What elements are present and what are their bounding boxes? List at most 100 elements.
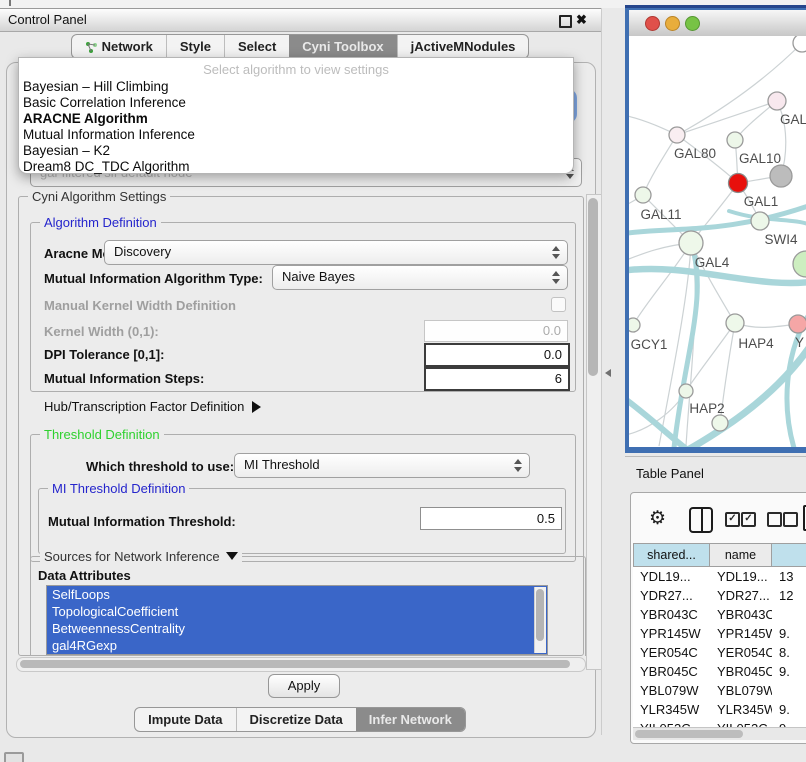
algorithm-option[interactable]: Mutual Information Inference [23,127,195,142]
node-swi4[interactable] [751,212,769,230]
node-label: HAP4 [738,336,774,351]
checkbox-unchecked-icon[interactable] [783,512,798,527]
table-horizontal-scrollbar[interactable] [633,727,806,740]
dock-icon[interactable] [4,752,24,762]
settings-group-title: Cyni Algorithm Settings [28,189,170,204]
table-row[interactable]: YPR145WYPR145W9. [633,624,806,643]
node-gal1[interactable] [729,174,748,193]
which-threshold-combo[interactable]: MI Threshold [234,453,530,478]
panel-divider[interactable] [601,8,602,735]
settings-horizontal-scrollbar[interactable] [16,657,586,672]
checkbox-checked-icon[interactable]: ✓ [725,512,740,527]
table-row[interactable]: YER054CYER054C8. [633,643,806,662]
settings-vertical-scrollbar[interactable] [586,194,602,670]
node-gal10[interactable] [727,132,743,148]
mi-steps-field[interactable]: 6 [424,367,570,391]
node-label: HAP2 [689,401,724,416]
node-gal11[interactable] [635,187,651,203]
tab-select[interactable]: Select [224,35,289,58]
mi-threshold-group-title: MI Threshold Definition [48,481,189,496]
column-header-extra[interactable] [772,543,806,567]
control-panel-title: Control Panel [8,9,87,31]
tab-jactivemnodules[interactable]: jActiveMNodules [397,35,529,58]
mi-type-label: Mutual Information Algorithm Type: [44,271,263,286]
table-row[interactable]: YLR345WYLR345W9. [633,700,806,719]
node-green-edge[interactable] [793,251,806,277]
tab-infer-network[interactable]: Infer Network [356,708,465,731]
node-gal4[interactable] [679,231,703,255]
algorithm-option[interactable]: Dream8 DC_TDC Algorithm [23,159,190,174]
node-hap4[interactable] [726,314,744,332]
table-row[interactable]: YDR27...YDR27...12 [633,586,806,605]
tab-style[interactable]: Style [166,35,224,58]
algorithm-option[interactable]: Bayesian – K2 [23,143,110,158]
checkbox-checked-icon[interactable]: ✓ [741,512,756,527]
aracne-mode-combo[interactable]: Discovery [104,240,568,265]
float-window-icon[interactable] [559,15,572,28]
mi-threshold-field[interactable]: 0.5 [420,507,562,530]
algorithm-definition-title: Algorithm Definition [40,215,161,230]
node-label: GAL4 [695,255,730,270]
network-canvas[interactable]: GAL GAL80 GAL10 GAL1 GAL11 SWI4 GAL4 GCY… [629,36,806,447]
node-pink-edge[interactable] [789,315,806,333]
close-icon[interactable]: ✖ [576,12,587,28]
zoom-traffic-light[interactable] [685,16,700,31]
node-gray[interactable] [770,165,792,187]
stepper-icon [552,246,560,259]
collapse-down-icon [226,552,238,560]
node-gcy1[interactable] [629,318,640,332]
scrollbar-thumb[interactable] [635,730,743,738]
control-panel-titlebar: Control Panel ✖ [0,8,601,32]
table-row[interactable]: YIL052CYIL052C9 [633,719,806,727]
scrollbar-thumb[interactable] [20,660,570,668]
node-label: SWI4 [764,232,797,247]
node-label: GAL1 [744,194,779,209]
network-window-titlebar[interactable] [629,10,806,37]
algorithm-option[interactable]: Basic Correlation Inference [23,95,186,110]
table-row[interactable]: YBR043CYBR043C [633,605,806,624]
algorithm-option[interactable]: Bayesian – Hill Climbing [23,79,169,94]
table-panel-title: Table Panel [636,466,704,481]
tab-cyni-toolbox[interactable]: Cyni Toolbox [289,35,396,58]
column-header-shared[interactable]: shared... [633,543,710,567]
mi-type-combo[interactable]: Naive Bayes [272,265,568,290]
manual-kernel-label: Manual Kernel Width Definition [44,298,236,313]
manual-kernel-checkbox[interactable] [551,297,566,312]
list-item[interactable]: gal4RGexp [47,637,547,654]
minimize-traffic-light[interactable] [665,16,680,31]
list-item[interactable]: BetweennessCentrality [47,620,547,637]
table-row[interactable]: YDL19...YDL19...13 [633,567,806,586]
list-item[interactable]: SelfLoops [47,586,547,603]
node-gal80[interactable] [669,127,685,143]
which-threshold-label: Which threshold to use: [86,459,234,474]
tab-discretize-data[interactable]: Discretize Data [236,708,356,731]
list-scrollbar[interactable] [534,587,546,653]
split-columns-icon[interactable] [689,507,713,533]
data-attributes-label: Data Attributes [38,568,131,583]
node-bottom[interactable] [712,415,728,431]
table-header-row: shared... name [633,543,806,567]
algorithm-option-selected[interactable]: ARACNE Algorithm [23,111,148,126]
checkbox-unchecked-icon[interactable] [767,512,782,527]
column-header-name[interactable]: name [710,543,772,567]
close-traffic-light[interactable] [645,16,660,31]
scrollbar-thumb[interactable] [588,198,598,376]
table-row[interactable]: YBR045CYBR045C9. [633,662,806,681]
hub-definition-expander[interactable]: Hub/Transcription Factor Definition [44,399,261,414]
divider-collapse-icon[interactable] [605,369,611,377]
dpi-tolerance-field[interactable]: 0.0 [424,343,570,367]
list-item[interactable]: TopologicalCoefficient [47,603,547,620]
node-label: GAL11 [640,207,681,222]
apply-button[interactable]: Apply [268,674,340,698]
sources-group-title[interactable]: Sources for Network Inference [40,549,242,564]
tab-network[interactable]: Network [72,35,166,58]
node-gal-partial[interactable] [768,92,786,110]
node-hap2[interactable] [679,384,693,398]
gear-icon[interactable]: ⚙ [649,507,666,530]
kernel-width-field[interactable]: 0.0 [424,320,568,342]
tab-impute-data[interactable]: Impute Data [135,708,235,731]
screen: Control Panel ✖ Network Style Select Cyn… [0,0,806,762]
table-row[interactable]: YBL079WYBL079W [633,681,806,700]
top-mark [9,0,11,6]
dropdown-placeholder: Select algorithm to view settings [19,62,573,77]
